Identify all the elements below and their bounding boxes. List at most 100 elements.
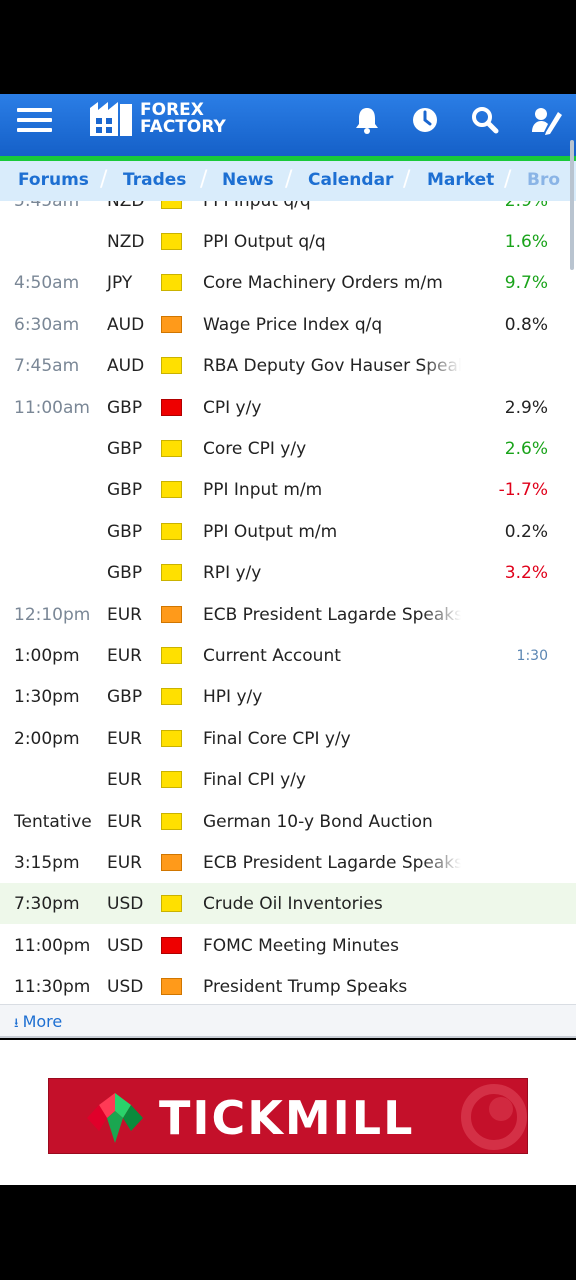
impact-orange-icon[interactable] [161, 978, 182, 996]
nav-forums[interactable]: Forums [18, 170, 89, 190]
row-event[interactable]: HPI y/y [203, 687, 461, 707]
row-event[interactable]: Final Core CPI y/y [203, 729, 461, 749]
impact-yellow-icon[interactable] [161, 895, 182, 913]
nav-calendar[interactable]: Calendar [308, 170, 393, 190]
impact-red-icon[interactable] [161, 398, 182, 416]
row-currency: USD [107, 894, 144, 915]
nav-brokers[interactable]: Bro [527, 170, 560, 190]
table-row[interactable]: 11:00am GBP CPI y/y 2.9% [0, 387, 576, 428]
row-event[interactable]: Core CPI y/y [203, 439, 461, 459]
row-event[interactable]: Final CPI y/y [203, 770, 461, 790]
forex-factory-logo[interactable]: FOREX FACTORY [88, 98, 228, 142]
row-time: 7:45am [14, 356, 80, 377]
row-event[interactable]: ECB President Lagarde Speaks [203, 605, 461, 625]
impact-yellow-icon[interactable] [161, 564, 182, 582]
row-event[interactable]: ECB President Lagarde Speaks [203, 853, 461, 873]
impact-yellow-icon[interactable] [161, 440, 182, 457]
tickmill-logo-icon [87, 1093, 143, 1143]
impact-yellow-icon[interactable] [161, 274, 182, 292]
table-row[interactable]: 7:30pm USD Crude Oil Inventories [0, 883, 576, 925]
table-row[interactable]: 11:30pm USD President Trump Speaks [0, 966, 576, 1007]
row-event[interactable]: German 10-y Bond Auction [203, 812, 461, 832]
row-currency: JPY [107, 273, 133, 294]
row-time: 6:30am [14, 314, 80, 335]
menu-icon[interactable] [17, 108, 52, 132]
row-event[interactable]: RPI y/y [203, 563, 461, 583]
table-row[interactable]: Tentative EUR German 10-y Bond Auction [0, 801, 576, 842]
table-row[interactable]: NZD PPI Output q/q 1.6% [0, 221, 576, 262]
row-time: 3:15pm [14, 853, 80, 873]
nav-news[interactable]: News [222, 170, 274, 190]
row-currency: EUR [107, 811, 142, 832]
table-row[interactable]: 1:30pm GBP HPI y/y [0, 676, 576, 717]
row-event[interactable]: Core Machinery Orders m/m [203, 273, 461, 293]
row-time: Tentative [14, 811, 92, 832]
row-event[interactable]: PPI Input q/q [203, 201, 461, 211]
impact-yellow-icon[interactable] [161, 771, 182, 789]
table-row[interactable]: 6:30am AUD Wage Price Index q/q 0.8% [0, 304, 576, 345]
row-event[interactable]: CPI y/y [203, 398, 461, 418]
search-icon[interactable] [468, 104, 502, 136]
row-currency: EUR [107, 853, 142, 873]
row-time: 11:00pm [14, 935, 91, 956]
row-time: 1:30pm [14, 687, 80, 708]
impact-orange-icon[interactable] [161, 605, 182, 623]
row-currency: NZD [107, 232, 145, 252]
impact-yellow-icon[interactable] [161, 233, 182, 250]
row-event[interactable]: RBA Deputy Gov Hauser Speaks [203, 356, 461, 376]
bell-icon[interactable] [350, 104, 384, 136]
impact-yellow-icon[interactable] [161, 481, 182, 499]
table-row[interactable]: GBP RPI y/y 3.2% [0, 552, 576, 593]
impact-yellow-icon[interactable] [161, 357, 182, 375]
impact-orange-icon[interactable] [161, 854, 182, 871]
row-currency: EUR [107, 646, 142, 666]
impact-yellow-icon[interactable] [161, 201, 182, 209]
table-row[interactable]: GBP Core CPI y/y 2.6% [0, 428, 576, 469]
row-currency: USD [107, 935, 144, 956]
user-edit-icon[interactable] [530, 104, 564, 136]
impact-yellow-icon[interactable] [161, 522, 182, 540]
row-event[interactable]: Current Account [203, 646, 461, 666]
table-row[interactable]: 11:00pm USD FOMC Meeting Minutes [0, 925, 576, 966]
nav-market[interactable]: Market [427, 170, 494, 190]
table-row[interactable]: 7:45am AUD RBA Deputy Gov Hauser Speaks [0, 345, 576, 386]
impact-orange-icon[interactable] [161, 315, 182, 333]
table-row[interactable]: 12:10pm EUR ECB President Lagarde Speaks [0, 594, 576, 635]
impact-red-icon[interactable] [161, 936, 182, 954]
impact-yellow-icon[interactable] [161, 647, 182, 664]
row-event[interactable]: PPI Input m/m [203, 480, 461, 500]
row-event[interactable]: Wage Price Index q/q [203, 315, 461, 335]
impact-yellow-icon[interactable] [161, 729, 182, 747]
table-row[interactable]: 3:15pm EUR ECB President Lagarde Speaks [0, 842, 576, 883]
more-label: More [22, 1012, 63, 1031]
row-event[interactable]: President Trump Speaks [203, 977, 461, 997]
row-currency: GBP [107, 563, 143, 584]
table-row[interactable]: EUR Final CPI y/y [0, 759, 576, 800]
table-row[interactable]: GBP PPI Output m/m 0.2% [0, 511, 576, 552]
row-currency: AUD [107, 314, 145, 335]
row-actual: 9.7% [504, 273, 548, 294]
table-row[interactable]: 2:00pm EUR Final Core CPI y/y [0, 718, 576, 759]
table-row[interactable]: 5:45am NZD PPI Input q/q 2.9% [0, 201, 576, 221]
row-time: 4:50am [14, 273, 80, 294]
table-row[interactable]: 4:50am JPY Core Machinery Orders m/m 9.7% [0, 262, 576, 303]
row-currency: GBP [107, 687, 143, 708]
scrollbar[interactable] [570, 140, 574, 270]
tickmill-ad-banner[interactable]: TICKMILL [48, 1078, 528, 1154]
impact-yellow-icon[interactable] [161, 812, 182, 830]
nav-trades[interactable]: Trades [123, 170, 186, 190]
table-row[interactable]: GBP PPI Input m/m -1.7% [0, 469, 576, 510]
row-currency: GBP [107, 521, 143, 542]
row-time: 11:30pm [14, 977, 91, 998]
table-row[interactable]: 1:00pm EUR Current Account 1:30 [0, 635, 576, 676]
row-event[interactable]: PPI Output q/q [203, 232, 461, 252]
more-link[interactable]: ⭳ More [14, 1012, 62, 1036]
row-event[interactable]: Crude Oil Inventories [203, 894, 461, 914]
nav-separator: / [403, 167, 411, 192]
row-actual: 2.9% [504, 201, 548, 211]
row-actual: -1.7% [498, 480, 548, 501]
clock-icon[interactable] [408, 104, 442, 136]
impact-yellow-icon[interactable] [161, 688, 182, 706]
row-event[interactable]: PPI Output m/m [203, 522, 461, 542]
row-event[interactable]: FOMC Meeting Minutes [203, 936, 461, 956]
